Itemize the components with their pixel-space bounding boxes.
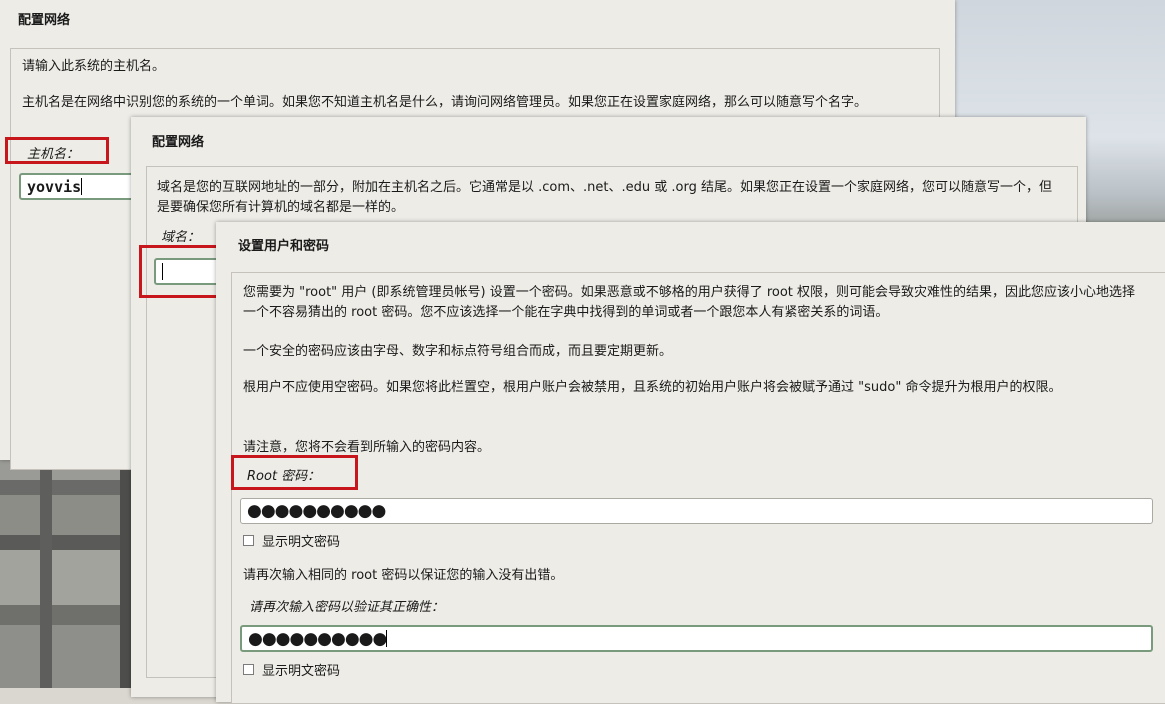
user-password-panel: 设置用户和密码 您需要为 "root" 用户 (即系统管理员帐号) 设置一个密码… <box>216 222 1165 704</box>
checkbox-icon[interactable] <box>243 664 254 675</box>
root-password-paragraph-1: 您需要为 "root" 用户 (即系统管理员帐号) 设置一个密码。如果恶意或不够… <box>243 285 1136 320</box>
confirm-hint: 请再次输入相同的 root 密码以保证您的输入没有出错。 <box>243 568 564 583</box>
show-password-label: 显示明文密码 <box>262 664 341 679</box>
root-password-input[interactable]: ●●●●●●●●●● <box>240 498 1153 524</box>
confirm-password-label: 请再次输入密码以验证其正确性： <box>249 600 445 615</box>
show-password-checkbox-1[interactable]: 显示明文密码 <box>243 531 340 550</box>
root-password-paragraph-3: 根用户不应使用空密码。如果您将此栏置空，根用户账户会被禁用，且系统的初始用户账户… <box>243 380 1062 395</box>
hostname-description: 主机名是在网络中识别您的系统的一个单词。如果您不知道主机名是什么，请询问网络管理… <box>22 95 868 110</box>
show-password-label: 显示明文密码 <box>262 535 341 550</box>
confirm-password-input[interactable]: ●●●●●●●●●● <box>240 625 1153 652</box>
domain-description: 域名是您的互联网地址的一部分，附加在主机名之后。它通常是以 .com、.net、… <box>157 180 1052 215</box>
panel-title: 配置网络 <box>18 13 71 28</box>
panel-title: 配置网络 <box>152 135 205 150</box>
show-password-checkbox-2[interactable]: 显示明文密码 <box>243 660 340 679</box>
panel-title: 设置用户和密码 <box>238 239 330 254</box>
hostname-intro: 请输入此系统的主机名。 <box>22 59 166 74</box>
highlight-box <box>231 455 358 490</box>
highlight-box <box>139 245 220 298</box>
highlight-box <box>5 137 109 164</box>
root-password-paragraph-2: 一个安全的密码应该由字母、数字和标点符号组合而成，而且要定期更新。 <box>243 344 673 359</box>
checkbox-icon[interactable] <box>243 535 254 546</box>
domain-label: 域名： <box>161 230 201 245</box>
